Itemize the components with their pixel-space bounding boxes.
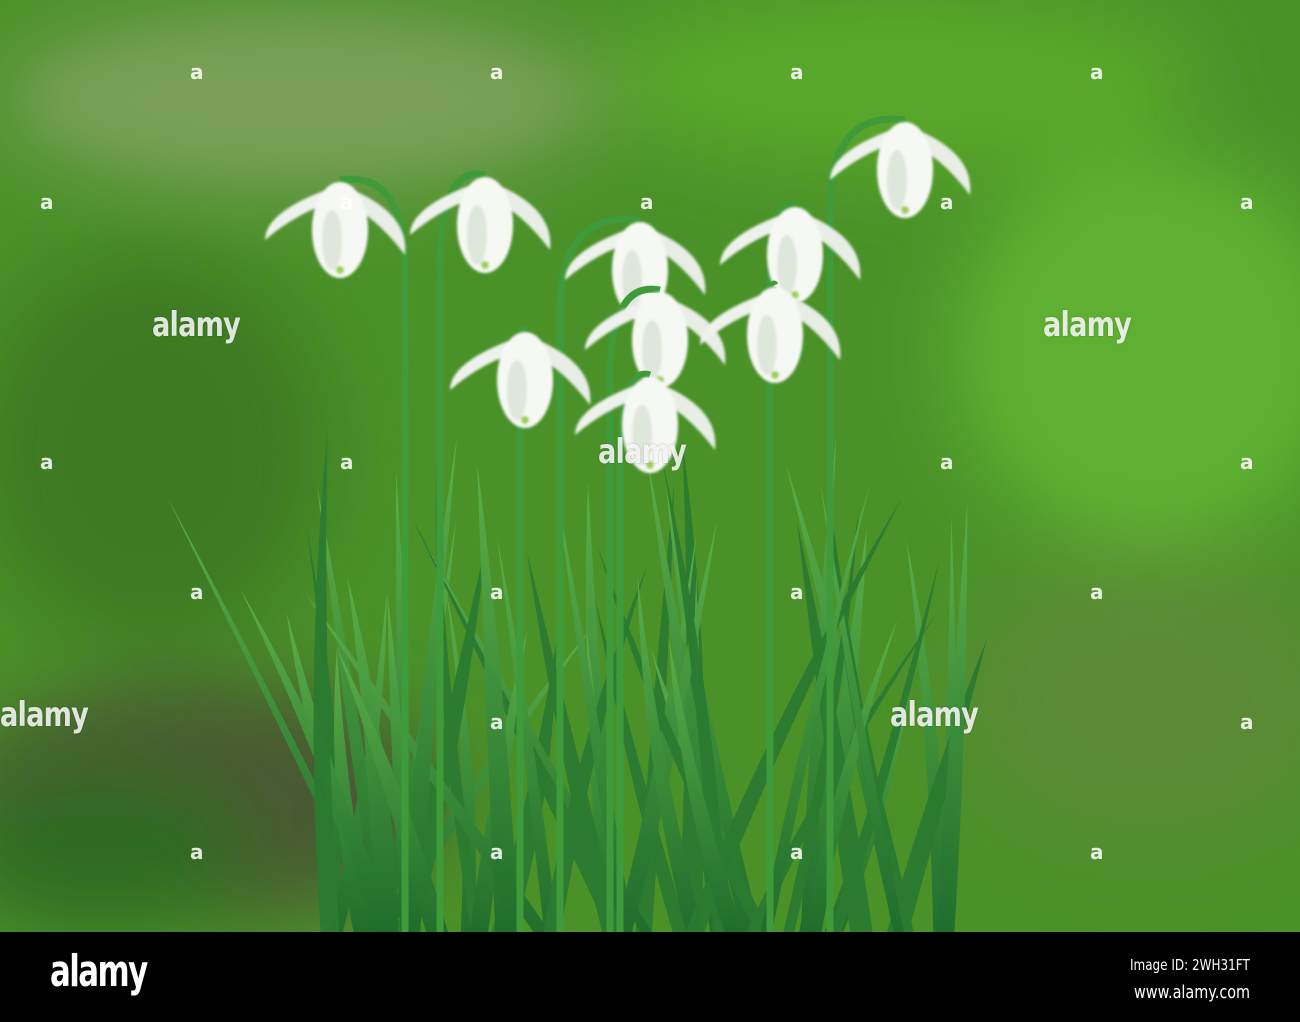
watermark-mark: a: [1240, 450, 1254, 474]
watermark-mark: a: [1090, 580, 1104, 604]
watermark-mark: a: [940, 190, 954, 214]
alamy-logo: alamy: [50, 946, 148, 997]
watermark-mark: a: [190, 840, 204, 864]
watermark-mark: a: [1090, 60, 1104, 84]
watermark-mark: a: [490, 710, 504, 734]
watermark-text: alamy: [152, 305, 241, 345]
watermark-text: alamy: [1043, 305, 1132, 345]
watermark-mark: a: [940, 450, 954, 474]
watermark-mark: a: [40, 190, 54, 214]
watermark-mark: a: [790, 60, 804, 84]
watermark-mark: a: [190, 580, 204, 604]
watermark-mark: a: [1090, 840, 1104, 864]
watermark-text: alamy: [0, 695, 89, 735]
watermark-text: alamy: [890, 695, 979, 735]
footer-bar: alamy Image ID: 2WH31FT www.alamy.com: [0, 932, 1300, 1022]
watermark-mark: a: [190, 60, 204, 84]
watermark-mark: a: [1240, 710, 1254, 734]
watermark-mark: a: [790, 580, 804, 604]
watermark-mark: a: [490, 840, 504, 864]
watermark-mark: a: [1240, 190, 1254, 214]
watermark-mark: a: [790, 840, 804, 864]
watermark-text: alamy: [598, 432, 687, 472]
watermark-mark: a: [40, 450, 54, 474]
watermark-mark: a: [490, 60, 504, 84]
watermark-mark: a: [340, 450, 354, 474]
image-id: Image ID: 2WH31FT: [1130, 956, 1250, 974]
website-link[interactable]: www.alamy.com: [1134, 982, 1250, 1003]
watermark-mark: a: [340, 190, 354, 214]
watermark-mark: a: [640, 190, 654, 214]
stock-photo: alamy alamy alamy alamy alamy a a a a a a a a a a a a a a a…: [0, 0, 1300, 1022]
watermark-mark: a: [490, 580, 504, 604]
